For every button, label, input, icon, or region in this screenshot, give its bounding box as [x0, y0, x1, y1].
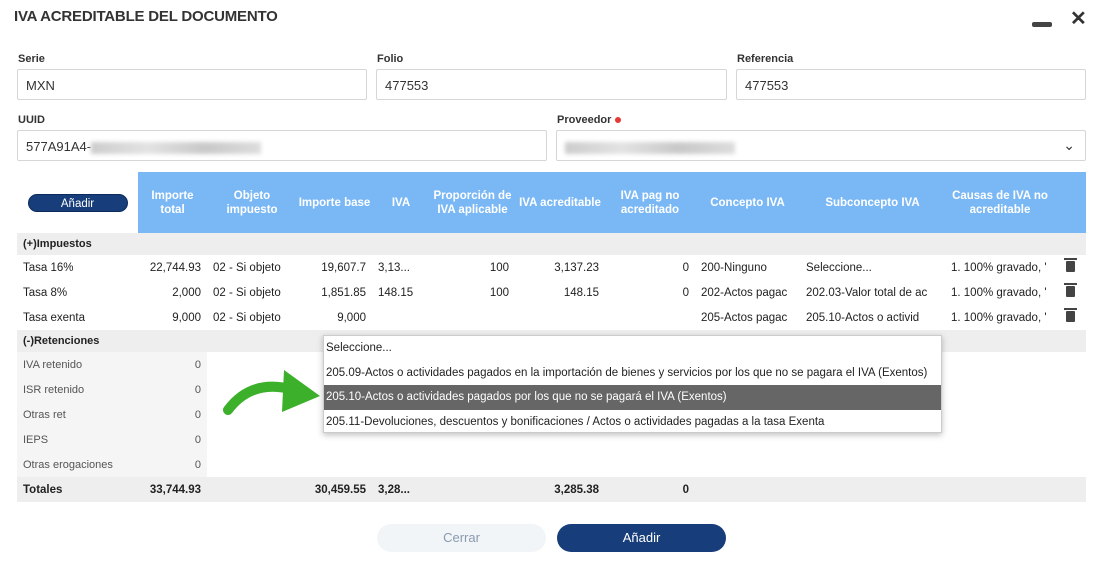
iva-no-acreditado: 0 [682, 286, 689, 299]
folio-label: Folio [377, 53, 404, 65]
row-label: Tasa 16% [23, 261, 74, 274]
cerrar-button[interactable]: Cerrar [377, 524, 546, 552]
iva [372, 305, 430, 330]
causa-iva[interactable]: 1. 100% gravado, ' [945, 305, 1055, 330]
retencion-value[interactable]: 0 [138, 452, 207, 477]
concepto-iva[interactable]: 205-Actos pagac [695, 305, 800, 330]
dropdown-option[interactable]: 205.09-Actos o actividades pagados en la… [324, 361, 941, 386]
dropdown-option[interactable]: 205.10-Actos o actividades pagados por l… [324, 385, 941, 410]
col-header: Proporción de IVA aplicable [430, 172, 515, 233]
proporcion[interactable]: 100 [430, 255, 515, 280]
importe-base: 1,851.85 [321, 286, 366, 299]
retencion-label: ISR retenido [17, 377, 138, 402]
col-header: Importe total [138, 172, 207, 233]
add-row-button[interactable]: Añadir [27, 193, 128, 212]
importe-base: 19,607.7 [321, 261, 366, 274]
trash-icon[interactable] [1064, 257, 1077, 272]
minimize-icon[interactable] [1032, 22, 1052, 27]
iva-acreditable: 148.15 [563, 286, 599, 299]
total-acreditable: 3,285.38 [515, 477, 605, 502]
causa-iva[interactable]: 1. 100% gravado, ' [945, 255, 1055, 280]
required-indicator [615, 117, 622, 124]
col-header: Subconcepto IVA [800, 172, 945, 233]
subconcepto-iva[interactable]: 202.03-Valor total de ac [800, 280, 945, 305]
concepto-iva[interactable]: 202-Actos pagac [695, 280, 800, 305]
iva: 148.15 [378, 286, 414, 299]
col-header: IVA [372, 172, 430, 233]
total-iva: 3,28... [372, 477, 430, 502]
retencion-label: Otras erogaciones [17, 452, 138, 477]
totals-row: Totales 33,744.93 30,459.55 3,28... 3,285.38… [17, 477, 1086, 502]
serie-label: Serie [18, 53, 45, 65]
iva-acreditable [515, 305, 605, 330]
table-row: Tasa exenta 9,000 02 - Si objeto 9,000 205-A… [17, 305, 1086, 330]
uuid-label: UUID [18, 114, 45, 126]
table-row: Tasa 16% 22,744.93 02 - Si objeto 19,607.7 3… [17, 255, 1086, 280]
iva: 3,13... [378, 261, 410, 274]
retencion-value[interactable]: 0 [138, 402, 207, 427]
uuid-input[interactable]: 577A91A4- [17, 130, 547, 161]
dropdown-option[interactable]: Seleccione... [324, 336, 941, 361]
retencion-label: IEPS [17, 427, 138, 452]
col-header: Causas de IVA no acreditable [945, 172, 1055, 233]
redacted-text [565, 141, 735, 154]
importe-total: 9,000 [172, 311, 201, 324]
referencia-label: Referencia [737, 53, 794, 65]
close-icon[interactable]: ✕ [1070, 6, 1087, 31]
iva-no-acreditado [605, 305, 695, 330]
col-header: IVA acreditable [515, 172, 605, 233]
folio-input[interactable]: 477553 [376, 69, 727, 100]
proporcion[interactable]: 100 [430, 280, 515, 305]
retencion-row: Otras erogaciones 0 [17, 452, 1086, 477]
dialog-title: IVA ACREDITABLE DEL DOCUMENTO [14, 8, 278, 25]
anadir-button[interactable]: Añadir [557, 524, 726, 552]
section-impuestos: (+)Impuestos [17, 233, 1086, 255]
retencion-value[interactable]: 0 [138, 352, 207, 377]
retencion-value[interactable]: 0 [138, 427, 207, 452]
retencion-label: Otras ret [17, 402, 138, 427]
subconcepto-iva[interactable]: Seleccione... [800, 255, 945, 280]
objeto-impuesto[interactable]: 02 - Si objeto [207, 255, 297, 280]
trash-icon[interactable] [1064, 282, 1077, 297]
iva-no-acreditado: 0 [682, 261, 689, 274]
total-no-acreditado: 0 [605, 477, 695, 502]
redacted-text [91, 141, 262, 154]
importe-base: 9,000 [337, 311, 366, 324]
proporcion[interactable] [430, 305, 515, 330]
row-label: Tasa 8% [23, 286, 68, 299]
objeto-impuesto[interactable]: 02 - Si objeto [207, 280, 297, 305]
proveedor-label-text: Proveedor [557, 114, 612, 126]
totals-label: Totales [17, 477, 138, 502]
subconcepto-dropdown[interactable]: Seleccione... 205.09-Actos o actividades … [323, 335, 942, 433]
col-header: IVA pag no acreditado [605, 172, 695, 233]
total-importe: 33,744.93 [138, 477, 207, 502]
proveedor-label: Proveedor [557, 114, 622, 126]
iva-acreditable: 3,137.23 [554, 261, 599, 274]
subconcepto-iva[interactable]: 205.10-Actos o activid [800, 305, 945, 330]
importe-total: 22,744.93 [149, 261, 201, 274]
retencion-value[interactable]: 0 [138, 377, 207, 402]
green-arrow-annotation [223, 370, 320, 415]
retencion-label: IVA retenido [17, 352, 138, 377]
objeto-impuesto[interactable]: 02 - Si objeto [207, 305, 297, 330]
col-header: Importe base [297, 172, 372, 233]
table-row: Tasa 8% 2,000 02 - Si objeto 1,851.85 148.15… [17, 280, 1086, 305]
trash-icon[interactable] [1064, 307, 1077, 322]
chevron-down-icon: ⌄ [1063, 137, 1075, 153]
uuid-value: 577A91A4- [26, 139, 92, 154]
causa-iva[interactable]: 1. 100% gravado, ' [945, 280, 1055, 305]
dropdown-option[interactable]: 205.11-Devoluciones, descuentos y bonifi… [324, 410, 941, 435]
col-header: Concepto IVA [695, 172, 800, 233]
col-header: Objeto impuesto [207, 172, 297, 233]
referencia-input[interactable]: 477553 [736, 69, 1086, 100]
row-label: Tasa exenta [23, 311, 86, 324]
proveedor-select[interactable]: ⌄ [556, 130, 1086, 161]
serie-input[interactable]: MXN [17, 69, 367, 100]
importe-total: 2,000 [172, 286, 201, 299]
concepto-iva[interactable]: 200-Ninguno [695, 255, 800, 280]
total-base: 30,459.55 [297, 477, 372, 502]
